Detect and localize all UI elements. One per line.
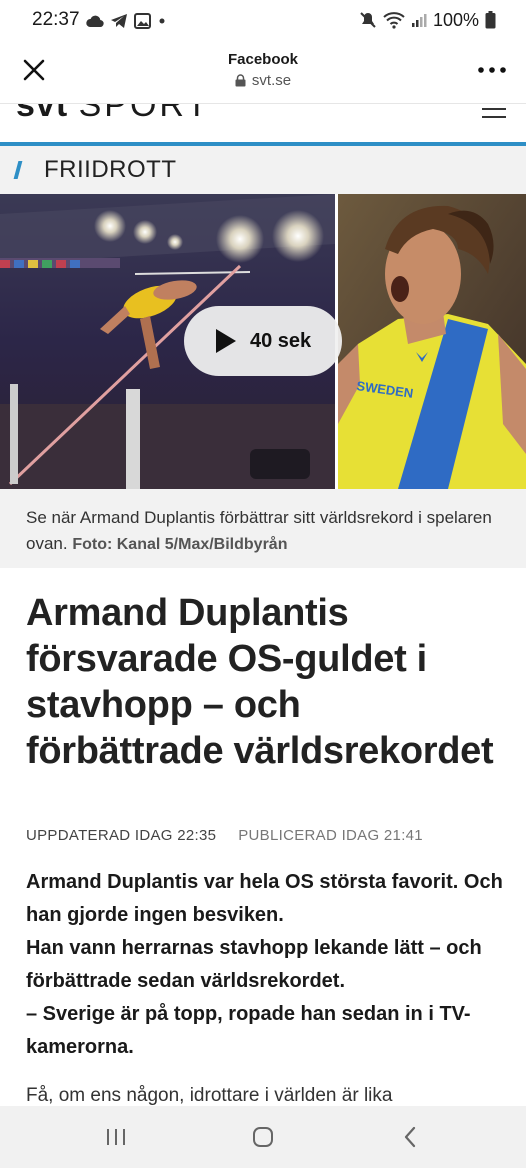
status-bar: 22:37 100% bbox=[0, 0, 526, 42]
menu-button[interactable] bbox=[482, 104, 506, 118]
lead-paragraph-2: Han vann herrarnas stavhopp lekande lätt… bbox=[26, 937, 482, 992]
home-icon bbox=[253, 1127, 273, 1147]
svt-sport-logo[interactable]: svt SPORT bbox=[16, 104, 210, 122]
video-duration: 40 sek bbox=[250, 329, 312, 352]
play-video-button[interactable]: 40 sek bbox=[184, 306, 342, 376]
back-button[interactable] bbox=[390, 1121, 430, 1153]
back-icon bbox=[404, 1126, 416, 1148]
gallery-icon bbox=[134, 13, 151, 29]
battery-percent: 100% bbox=[432, 9, 479, 30]
cloud-icon bbox=[86, 15, 104, 28]
more-icon bbox=[478, 67, 506, 73]
home-button[interactable] bbox=[243, 1121, 283, 1153]
lead-paragraph-1: Armand Duplantis var hela OS största fav… bbox=[26, 871, 503, 926]
recent-apps-icon bbox=[107, 1129, 125, 1145]
section-bar: FRIIDROTT bbox=[0, 146, 526, 194]
article-headline: Armand Duplantis försvarade OS-guldet i … bbox=[26, 592, 494, 772]
updated-timestamp: UPPDATERAD IDAG 22:35 bbox=[26, 827, 217, 844]
mute-icon bbox=[360, 12, 376, 28]
section-label[interactable]: FRIIDROTT bbox=[44, 156, 176, 184]
lock-icon bbox=[235, 74, 246, 87]
android-nav-bar bbox=[0, 1106, 526, 1168]
signal-icon bbox=[411, 14, 427, 27]
athlete-photo[interactable]: SWEDEN bbox=[338, 194, 526, 489]
battery-icon bbox=[485, 11, 496, 29]
play-icon bbox=[216, 329, 236, 353]
photo-credit: Foto: Kanal 5/Max/Bildbyrån bbox=[72, 536, 288, 553]
dot-icon bbox=[159, 18, 165, 24]
image-caption: Se när Armand Duplantis förbättrar sitt … bbox=[0, 489, 526, 568]
recent-apps-button[interactable] bbox=[96, 1121, 136, 1153]
status-time: 22:37 bbox=[32, 9, 80, 30]
published-timestamp: PUBLICERAD IDAG 21:41 bbox=[238, 827, 423, 844]
system-icons: 100% bbox=[359, 9, 496, 31]
telegram-icon bbox=[111, 14, 127, 28]
in-app-browser-header: Facebook svt.se bbox=[0, 42, 526, 104]
article-lead: Armand Duplantis var hela OS största fav… bbox=[26, 866, 506, 1064]
browser-title: Facebook bbox=[227, 51, 299, 68]
more-options-button[interactable] bbox=[476, 58, 508, 82]
site-header: svt SPORT bbox=[0, 104, 526, 142]
wifi-icon bbox=[383, 12, 405, 29]
browser-url[interactable]: svt.se bbox=[0, 72, 526, 89]
article-meta: UPPDATERAD IDAG 22:35 PUBLICERAD IDAG 21… bbox=[26, 827, 423, 844]
lead-paragraph-3: – Sverige är på topp, ropade han sedan i… bbox=[26, 1003, 471, 1058]
notification-icons bbox=[86, 11, 167, 31]
url-text: svt.se bbox=[251, 72, 292, 89]
section-slash-icon bbox=[13, 161, 23, 179]
